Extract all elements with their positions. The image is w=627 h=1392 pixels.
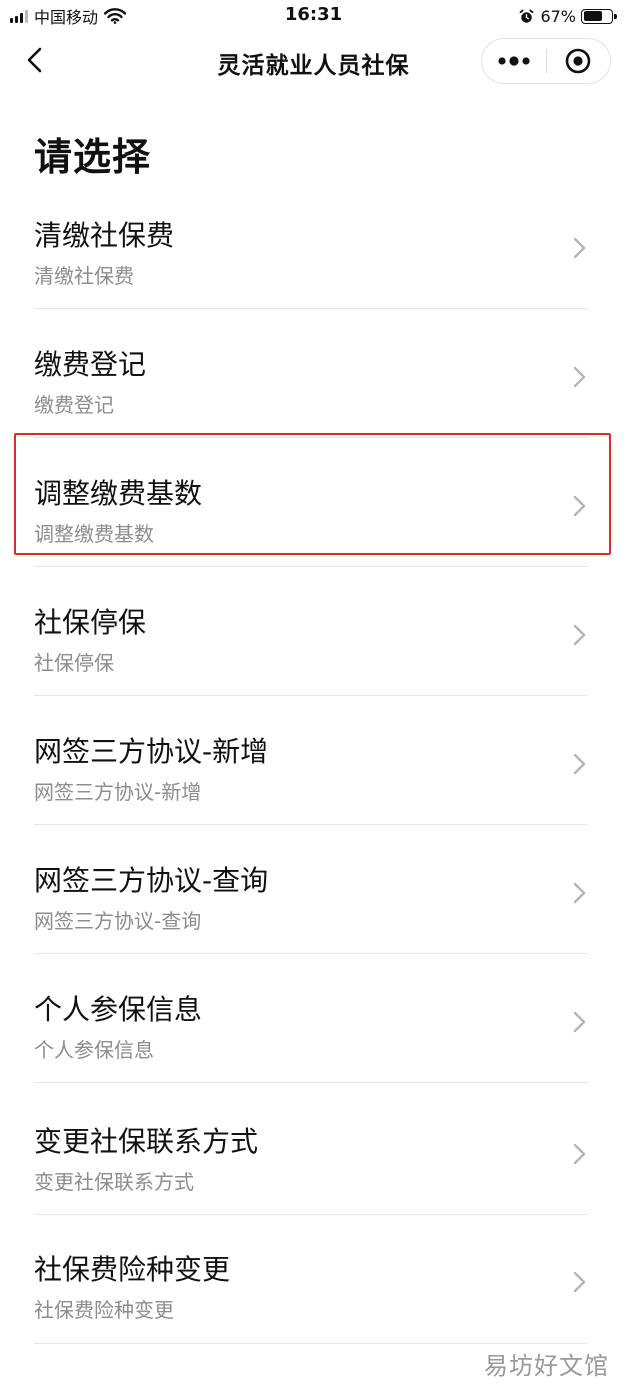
menu-divider — [34, 308, 588, 309]
menu-item-subtitle: 个人参保信息 — [34, 1038, 154, 1062]
menu-item-title: 社保费险种变更 — [34, 1253, 231, 1286]
menu-item-agreement-query[interactable]: 网签三方协议-查询 网签三方协议-查询 — [0, 849, 627, 978]
menu-item-title: 清缴社保费 — [34, 219, 175, 252]
menu-item-personal-info[interactable]: 个人参保信息 个人参保信息 — [0, 978, 627, 1107]
menu-divider — [34, 1343, 588, 1344]
menu-item-subtitle: 网签三方协议-新增 — [34, 780, 202, 804]
menu-item-change-contact[interactable]: 变更社保联系方式 变更社保联系方式 — [0, 1110, 627, 1239]
menu-list: 清缴社保费 清缴社保费 缴费登记 缴费登记 调整缴费基数 调整缴费基数 社保停保… — [0, 0, 627, 1392]
chevron-right-icon — [573, 1271, 586, 1293]
chevron-right-icon — [573, 882, 586, 904]
menu-divider — [34, 1214, 588, 1215]
chevron-right-icon — [573, 1143, 586, 1165]
menu-item-subtitle: 清缴社保费 — [34, 264, 134, 288]
menu-item-title: 缴费登记 — [34, 348, 147, 381]
screen: 中国移动 16:31 67% 灵活就业人员社保 请选择 清缴社保费 清缴社保费 … — [0, 0, 627, 1392]
menu-item-clear-fees[interactable]: 清缴社保费 清缴社保费 — [0, 204, 627, 333]
menu-item-subtitle: 社保费险种变更 — [34, 1298, 174, 1322]
menu-item-title: 网签三方协议-新增 — [34, 735, 269, 768]
menu-item-title: 变更社保联系方式 — [34, 1125, 259, 1158]
menu-divider — [34, 566, 588, 567]
menu-item-subtitle: 缴费登记 — [34, 393, 114, 417]
chevron-right-icon — [573, 237, 586, 259]
menu-item-stop-insurance[interactable]: 社保停保 社保停保 — [0, 591, 627, 720]
menu-item-agreement-add[interactable]: 网签三方协议-新增 网签三方协议-新增 — [0, 720, 627, 849]
watermark: 易坊好文馆 — [484, 1352, 609, 1380]
menu-divider — [34, 824, 588, 825]
chevron-right-icon — [573, 624, 586, 646]
menu-item-title: 个人参保信息 — [34, 993, 203, 1026]
menu-divider — [34, 695, 588, 696]
menu-item-title: 社保停保 — [34, 606, 147, 639]
menu-divider — [34, 953, 588, 954]
menu-item-title: 网签三方协议-查询 — [34, 864, 269, 897]
menu-divider — [34, 1082, 588, 1083]
menu-item-subtitle: 网签三方协议-查询 — [34, 909, 202, 933]
menu-item-subtitle: 社保停保 — [34, 651, 114, 675]
menu-item-subtitle: 变更社保联系方式 — [34, 1170, 194, 1194]
chevron-right-icon — [573, 753, 586, 775]
highlight-box — [14, 433, 611, 555]
chevron-right-icon — [573, 1011, 586, 1033]
chevron-right-icon — [573, 366, 586, 388]
